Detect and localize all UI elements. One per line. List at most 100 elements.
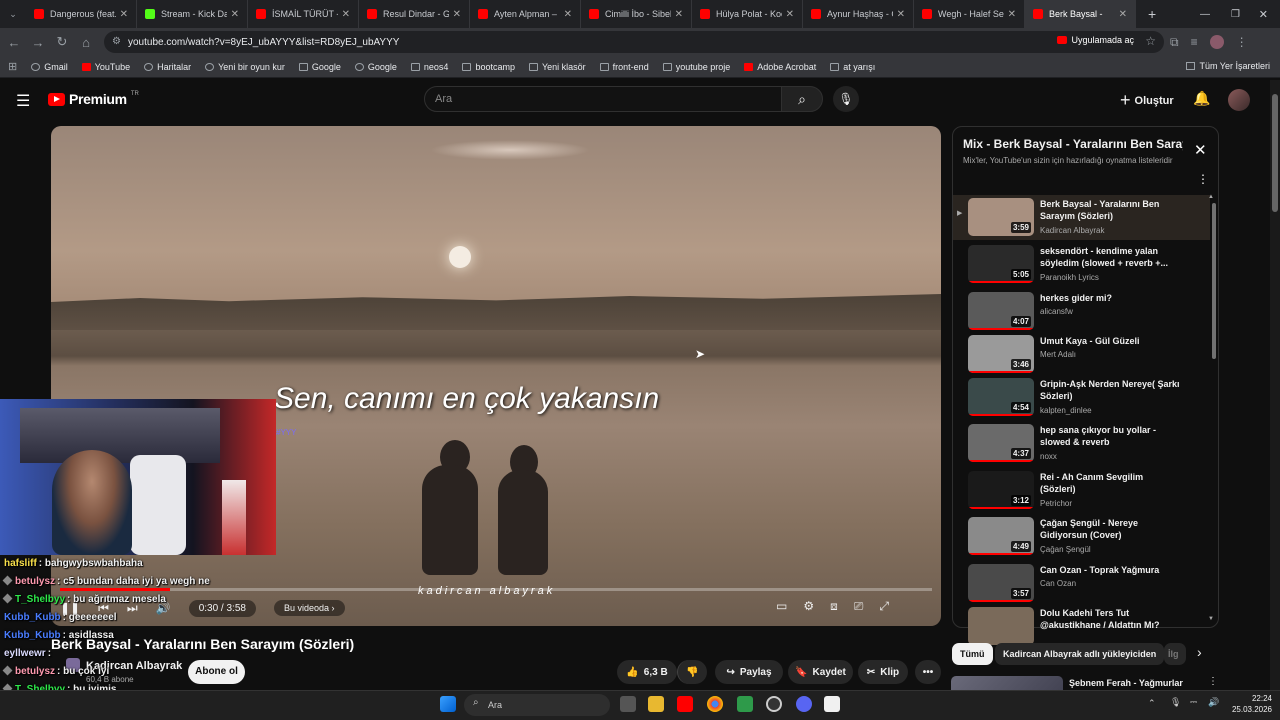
playlist-item[interactable]: 4:49 Çağan Şengül - Nereye Gidiyorsun (Co… [953, 514, 1210, 559]
system-clock[interactable]: 22:24 25.03.2026 [1226, 693, 1272, 715]
scroll-down-icon[interactable]: ▼ [1208, 616, 1214, 622]
more-vertical-icon[interactable]: ⋮ [1197, 172, 1209, 186]
chip-uploader[interactable]: Kadircan Albayrak adlı yükleyiciden [995, 643, 1165, 665]
bookmark-item[interactable]: youtube proje [662, 62, 730, 72]
chapters-button[interactable]: Bu videoda › [273, 600, 345, 616]
playlist-thumbnail[interactable]: 4:54 [968, 378, 1034, 416]
network-icon[interactable]: ⎓ [1190, 697, 1197, 708]
browser-menu-icon[interactable]: ⋮ [1236, 35, 1248, 49]
play-store-icon[interactable] [737, 696, 753, 712]
tab-close-icon[interactable]: ✕ [342, 9, 350, 20]
youtube-premium-logo[interactable]: Premium TR [48, 91, 139, 107]
bookmark-item[interactable]: neos4 [410, 62, 448, 72]
minimize-icon[interactable]: — [1200, 9, 1210, 20]
back-icon[interactable]: ← [2, 35, 26, 50]
next-video-title[interactable]: Şebnem Ferah - Yağmurlar [1069, 678, 1183, 688]
scroll-up-icon[interactable]: ▲ [1208, 194, 1214, 200]
avatar[interactable] [1228, 89, 1250, 111]
tab-close-icon[interactable]: ✕ [453, 9, 461, 20]
tab-close-icon[interactable]: ✕ [675, 9, 683, 20]
playlist-thumbnail[interactable]: 4:37 [968, 424, 1034, 462]
more-actions-button[interactable]: ••• [915, 660, 941, 684]
discord-icon[interactable] [796, 696, 812, 712]
reload-icon[interactable]: ↻ [50, 34, 74, 50]
playlist-item[interactable]: 5:05 seksendört - kendime yalan söyledim … [953, 242, 1210, 287]
notifications-bell-icon[interactable]: 🔔 [1193, 90, 1210, 107]
playlist-thumbnail[interactable]: 4:07 [968, 292, 1034, 330]
playlist-item[interactable]: 4:37 hep sana çıkıyor bu yollar - slowed … [953, 421, 1210, 466]
tab-close-icon[interactable]: ✕ [897, 9, 905, 20]
browser-tab[interactable]: Resul Dindar - Gü ✕ [359, 0, 470, 28]
browser-tab[interactable]: Stream - Kick Dash ✕ [137, 0, 248, 28]
tray-chevron-icon[interactable]: ⌃ [1148, 698, 1156, 709]
forward-icon[interactable]: → [26, 35, 50, 50]
save-button[interactable]: 🔖 Kaydet [788, 660, 853, 684]
clip-button[interactable]: ✂ Klip [858, 660, 908, 684]
bookmark-item[interactable]: YouTube [81, 62, 130, 72]
bookmark-item[interactable]: Yeni klasör [528, 62, 586, 72]
create-button[interactable]: + Oluştur [1120, 90, 1174, 111]
bookmark-star-icon[interactable]: ☆ [1145, 34, 1156, 48]
chrome-icon[interactable] [707, 696, 723, 712]
github-icon[interactable] [766, 696, 782, 712]
playlist-item[interactable]: 4:54 Gripin-Aşk Nerden Nereye( Şarkı Sözl… [953, 375, 1210, 420]
cast-icon[interactable]: ⎚ [854, 599, 864, 614]
miniplayer-icon[interactable]: ⧈ [830, 599, 838, 614]
browser-tab[interactable]: Dangerous (feat. Y ✕ [26, 0, 137, 28]
tab-close-icon[interactable]: ✕ [1119, 9, 1127, 20]
playlist-thumbnail[interactable]: 3:12 [968, 471, 1034, 509]
tab-close-icon[interactable]: ✕ [120, 9, 128, 20]
playlist-thumbnail[interactable]: 4:49 [968, 517, 1034, 555]
search-button[interactable]: ⌕ [781, 86, 823, 112]
open-in-app-button[interactable]: Uygulamada aç [1057, 35, 1134, 45]
tab-close-icon[interactable]: ✕ [564, 9, 572, 20]
next-video-more-icon[interactable]: ⋮ [1208, 676, 1218, 687]
playlist-item[interactable]: 3:12 Rei - Ah Canım Sevgilim (Sözleri) Pet… [953, 468, 1210, 513]
subtitles-icon[interactable]: ▭ [776, 599, 787, 614]
task-view-icon[interactable] [620, 696, 636, 712]
playlist-item[interactable]: 4:07 herkes gider mi? alicansfw [953, 289, 1210, 334]
playlist-thumbnail[interactable] [968, 607, 1034, 645]
hamburger-menu-icon[interactable]: ☰ [16, 91, 30, 111]
playlist-thumbnail[interactable]: 3:46 [968, 335, 1034, 373]
settings-gear-icon[interactable]: ⚙ [803, 599, 814, 614]
browser-tab[interactable]: Cimilli İbo - Sibel ✕ [581, 0, 692, 28]
url-bar[interactable]: ⚙ youtube.com/watch?v=8yEJ_ubAYYY&list=R… [104, 31, 1164, 53]
fullscreen-icon[interactable]: ⤢ [879, 599, 889, 614]
chip-all[interactable]: Tümü [952, 643, 993, 665]
page-scrollbar-thumb[interactable] [1272, 94, 1278, 212]
new-tab-button[interactable]: + [1148, 6, 1156, 22]
chips-next-icon[interactable]: › [1197, 644, 1202, 660]
bookmark-item[interactable]: Google [354, 62, 397, 72]
share-button[interactable]: ↪ Paylaş [715, 660, 783, 684]
bookmark-item[interactable]: Haritalar [144, 62, 191, 72]
voice-search-button[interactable]: 🎙 [833, 86, 859, 112]
taskbar-search[interactable]: Ara [464, 694, 610, 716]
profile-icon[interactable] [1209, 35, 1224, 49]
playlist-item[interactable]: 3:46 Umut Kaya - Gül Güzeli Mert Adalı [953, 332, 1210, 377]
media-icon[interactable]: ≡ [1191, 35, 1198, 49]
windows-start-icon[interactable] [440, 696, 456, 712]
bookmark-item[interactable]: at yarışı [830, 62, 875, 72]
dislike-button[interactable]: 👎 [677, 660, 707, 684]
volume-tray-icon[interactable]: 🔊 [1208, 697, 1219, 708]
site-info-icon[interactable]: ⚙ [112, 36, 121, 47]
bookmark-item[interactable]: Yeni bir oyun kur [205, 62, 285, 72]
browser-tab[interactable]: Wegh - Halef Sel ✕ [914, 0, 1025, 28]
playlist-scrollbar[interactable] [1212, 203, 1216, 359]
like-button[interactable]: 👍 6,3 B [617, 660, 677, 684]
bookmark-item[interactable]: bootcamp [462, 62, 515, 72]
playlist-item[interactable]: ▶ 3:59 Berk Baysal - Yaralarını Ben Sarayı… [953, 195, 1210, 240]
youtube-app-icon[interactable] [677, 696, 693, 712]
bookmark-item[interactable]: front-end [599, 62, 649, 72]
home-icon[interactable]: ⌂ [74, 35, 98, 50]
bookmark-item[interactable]: Google [298, 62, 341, 72]
tab-close-icon[interactable]: ✕ [231, 9, 239, 20]
playlist-item[interactable]: 3:57 Can Ozan - Toprak Yağmura Can Ozan [953, 561, 1210, 606]
playlist-thumbnail[interactable]: 5:05 [968, 245, 1034, 283]
close-window-icon[interactable]: ✕ [1259, 8, 1268, 21]
search-input[interactable]: Ara [424, 86, 782, 112]
playlist-title[interactable]: Mix - Berk Baysal - Yaralarını Ben Saray… [963, 137, 1183, 151]
all-bookmarks[interactable]: Tüm Yer İşaretleri [1186, 61, 1270, 71]
browser-tab[interactable]: Berk Baysal - ✕ [1025, 0, 1136, 28]
